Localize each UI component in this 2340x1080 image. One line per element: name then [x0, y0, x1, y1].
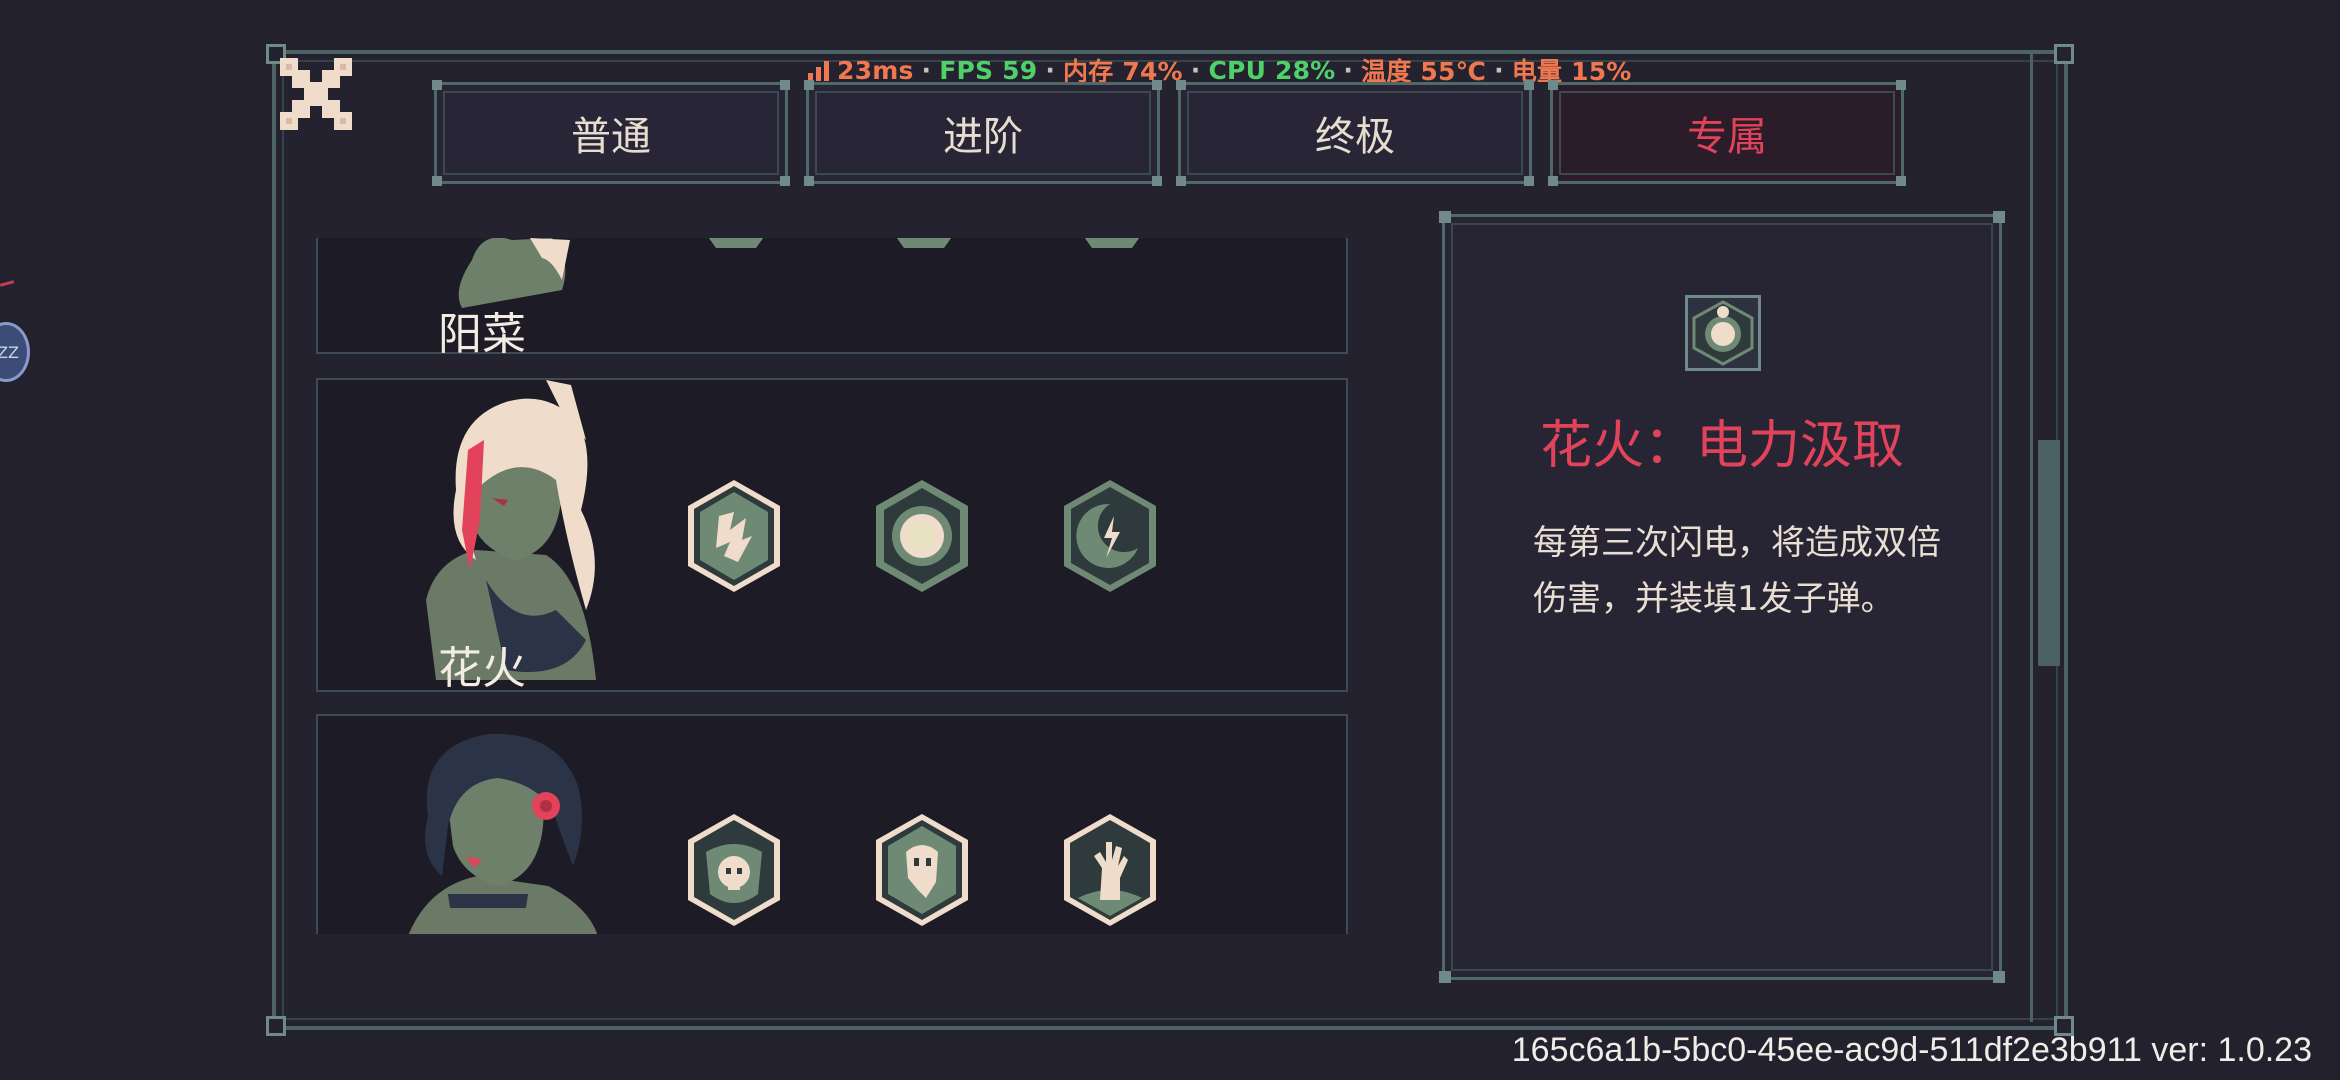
skill-detail-panel: 花火：电力汲取 每第三次闪电，将造成双倍伤害，并装填1发子弹。	[1439, 211, 2005, 983]
tab-normal[interactable]: 普通	[432, 80, 790, 186]
close-button[interactable]	[280, 58, 352, 130]
separator: ·	[1045, 55, 1056, 85]
frame-corner	[266, 1016, 286, 1036]
tab-label: 专属	[1687, 114, 1767, 160]
game-screen: ZZ 23ms · FPS 59 · 内存 74% · CPU 28% · 温度…	[0, 0, 2340, 1080]
bubble-label: ZZ	[0, 342, 19, 362]
separator: ·	[921, 55, 932, 85]
character-skill-list[interactable]: 阳菜 花火	[316, 238, 1348, 934]
tab-exclusive[interactable]: 专属	[1548, 80, 1906, 186]
fps-value: FPS 59	[939, 55, 1038, 85]
character-name: 阳菜	[438, 309, 526, 360]
separator: ·	[1190, 55, 1201, 85]
tab-label: 终极	[1315, 114, 1395, 160]
skull-skill-icon[interactable]	[684, 812, 784, 928]
skill-description: 每第三次闪电，将造成双倍伤害，并装填1发子弹。	[1533, 523, 1941, 619]
tab-label: 进阶	[943, 114, 1023, 160]
skill-icon[interactable]	[874, 238, 974, 270]
floating-assist-bubble[interactable]: ZZ	[0, 322, 30, 382]
tab-ultimate[interactable]: 终极	[1176, 80, 1534, 186]
build-version: 165c6a1b-5bc0-45ee-ac9d-511df2e3b911 ver…	[1511, 1031, 2312, 1069]
ping-indicator: 23ms	[808, 56, 914, 85]
character-row: 花火	[316, 378, 1348, 694]
character-name: 花火	[438, 643, 526, 694]
character-portrait	[408, 733, 598, 934]
signal-icon	[808, 59, 829, 81]
character-row	[316, 714, 1348, 934]
skill-icon[interactable]	[686, 238, 786, 270]
scrollbar-thumb[interactable]	[2038, 440, 2060, 666]
tab-label: 普通	[571, 114, 651, 160]
side-marker	[0, 280, 15, 287]
close-icon	[280, 58, 352, 130]
ping-value: 23ms	[837, 55, 914, 85]
cpu-value: CPU 28%	[1208, 55, 1336, 85]
rising-hand-skill-icon[interactable]	[1060, 812, 1160, 928]
selected-skill-icon	[1685, 295, 1761, 371]
ghost-skill-icon[interactable]	[872, 812, 972, 928]
tab-advanced[interactable]: 进阶	[804, 80, 1162, 186]
character-row: 阳菜	[316, 238, 1348, 360]
hand-lightning-skill-icon[interactable]	[684, 478, 784, 594]
energy-orb-icon	[1692, 300, 1754, 366]
crescent-bolt-skill-icon[interactable]	[1060, 478, 1160, 594]
separator: ·	[1343, 55, 1354, 85]
energy-orb-skill-icon[interactable]	[872, 478, 972, 594]
separator: ·	[1494, 55, 1504, 85]
skill-icon[interactable]	[1062, 238, 1162, 270]
skill-title: 花火：电力汲取	[1539, 416, 1904, 476]
